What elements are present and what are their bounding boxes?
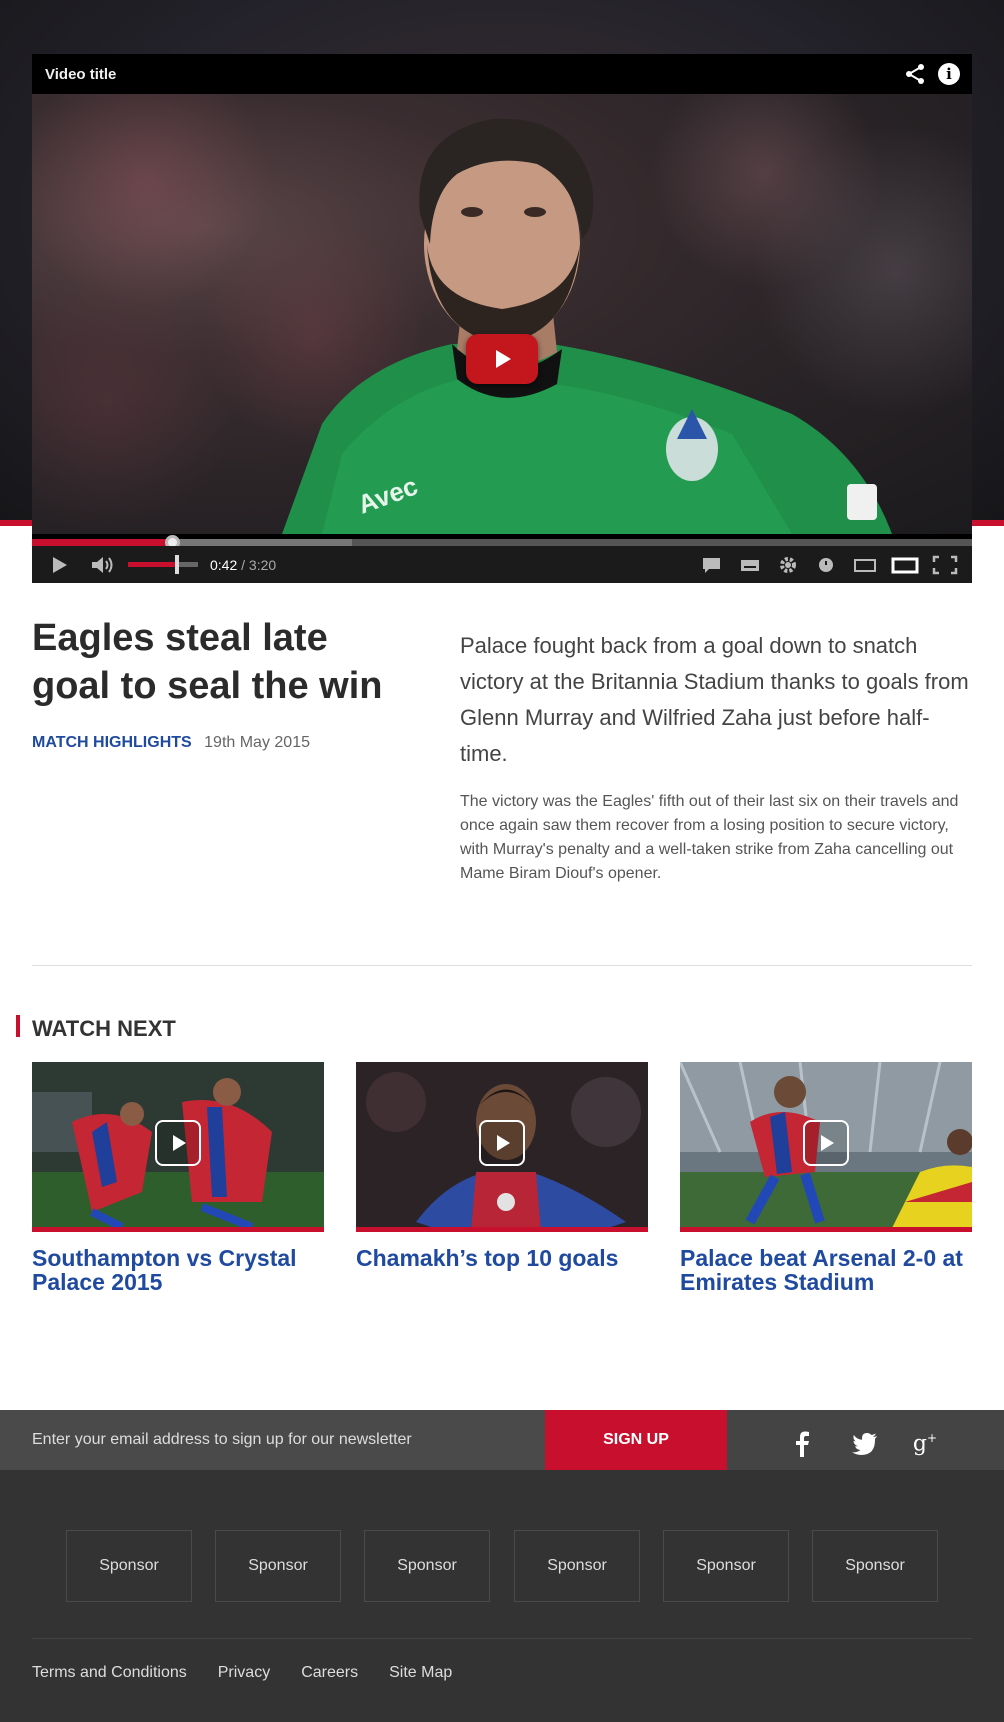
video-card[interactable]: Chamakh’s top 10 goals	[356, 1062, 648, 1270]
video-frame[interactable]: Avec	[32, 94, 972, 534]
video-progress-bar[interactable]	[32, 535, 972, 550]
volume-handle[interactable]	[175, 555, 179, 574]
article-date: 19th May 2015	[204, 734, 310, 751]
volume-icon[interactable]	[88, 553, 118, 577]
captions-icon[interactable]	[736, 555, 764, 575]
watch-later-icon[interactable]	[812, 555, 840, 575]
duration: 3:20	[248, 556, 277, 573]
time-separator: /	[237, 556, 249, 573]
small-player-icon[interactable]	[850, 555, 880, 575]
video-thumbnail[interactable]	[32, 1062, 324, 1232]
video-player[interactable]: Avec Video title i 0:42 / 3:20	[32, 54, 972, 583]
footer: Sponsor Sponsor Sponsor Sponsor Sponsor …	[0, 1470, 1004, 1722]
volume-level	[128, 562, 177, 567]
play-icon	[497, 1135, 510, 1151]
footer-link-terms[interactable]: Terms and Conditions	[32, 1664, 187, 1682]
time-display: 0:42 / 3:20	[210, 557, 276, 573]
video-card-title[interactable]: Chamakh’s top 10 goals	[356, 1246, 648, 1270]
twitter-icon[interactable]	[850, 1430, 880, 1458]
footer-link-careers[interactable]: Careers	[301, 1664, 358, 1682]
watch-next-heading: WATCH NEXT	[32, 1016, 176, 1041]
player-title-bar: Video title i	[32, 54, 972, 94]
comments-icon[interactable]	[698, 555, 726, 575]
video-card[interactable]: Palace beat Arsenal 2-0 at Emirates Stad…	[680, 1062, 972, 1294]
facebook-icon[interactable]	[788, 1430, 816, 1458]
sponsor-logo[interactable]: Sponsor	[215, 1530, 341, 1602]
sponsor-logo[interactable]: Sponsor	[364, 1530, 490, 1602]
video-card[interactable]: Southampton vs Crystal Palace 2015	[32, 1062, 324, 1294]
footer-link-site-map[interactable]: Site Map	[389, 1664, 452, 1682]
player-right-controls	[698, 554, 960, 576]
footer-link-privacy[interactable]: Privacy	[218, 1664, 270, 1682]
section-divider	[32, 965, 972, 966]
sponsor-logo[interactable]: Sponsor	[66, 1530, 192, 1602]
sponsor-logo[interactable]: Sponsor	[514, 1530, 640, 1602]
category-link[interactable]: MATCH HIGHLIGHTS	[32, 734, 192, 751]
goalkeeper-image: Avec	[282, 118, 892, 534]
play-icon	[821, 1135, 834, 1151]
footer-divider	[32, 1638, 972, 1639]
info-icon[interactable]: i	[938, 63, 960, 85]
progress-played	[32, 539, 173, 546]
large-player-icon[interactable]	[890, 555, 920, 575]
settings-icon[interactable]	[774, 555, 802, 575]
video-card-title[interactable]: Southampton vs Crystal Palace 2015	[32, 1246, 324, 1294]
newsletter-email-input[interactable]: Enter your email address to sign up for …	[0, 1410, 545, 1470]
section-marker	[16, 1015, 20, 1037]
video-title[interactable]: Video title	[45, 66, 116, 83]
play-overlay-button[interactable]	[466, 334, 538, 384]
footer-links: Terms and Conditions Privacy Careers Sit…	[32, 1664, 483, 1682]
play-icon	[496, 350, 511, 368]
volume-slider[interactable]	[128, 555, 198, 574]
share-icon[interactable]	[904, 63, 926, 85]
google-plus-icon[interactable]: g+	[910, 1430, 940, 1458]
video-card-title[interactable]: Palace beat Arsenal 2-0 at Emirates Stad…	[680, 1246, 972, 1294]
sign-up-button[interactable]: SIGN UP	[545, 1410, 727, 1470]
sponsor-logo[interactable]: Sponsor	[663, 1530, 789, 1602]
article-meta: MATCH HIGHLIGHTS 19th May 2015	[32, 734, 310, 752]
video-thumbnail[interactable]	[680, 1062, 972, 1232]
play-icon[interactable]	[44, 553, 74, 577]
article-body: The victory was the Eagles' fifth out of…	[460, 793, 959, 882]
video-thumbnail[interactable]	[356, 1062, 648, 1232]
player-title-actions: i	[904, 63, 960, 85]
current-time: 0:42	[210, 556, 238, 573]
fullscreen-icon[interactable]	[930, 554, 960, 576]
thumbnail-play-button[interactable]	[155, 1120, 201, 1166]
thumbnail-play-button[interactable]	[803, 1120, 849, 1166]
article-headline: Eagles steal late goal to seal the win	[32, 617, 383, 707]
article-lead: Palace fought back from a goal down to s…	[460, 633, 969, 766]
sponsor-logo[interactable]: Sponsor	[812, 1530, 938, 1602]
play-icon	[173, 1135, 186, 1151]
thumbnail-play-button[interactable]	[479, 1120, 525, 1166]
player-controls: 0:42 / 3:20	[32, 546, 972, 583]
